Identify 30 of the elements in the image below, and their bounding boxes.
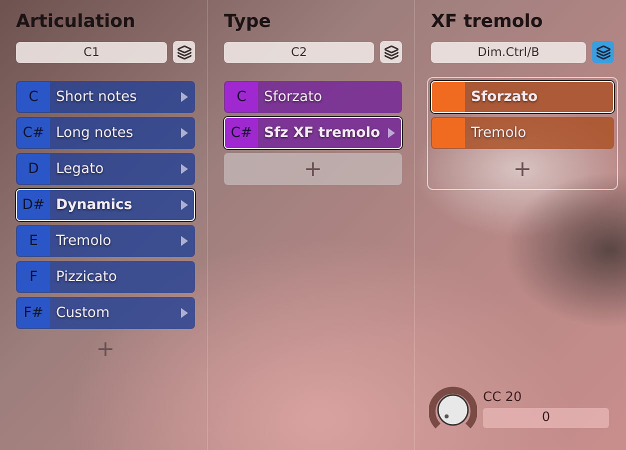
articulation-item[interactable]: C# Sfz XF tremolo: [224, 117, 402, 149]
layers-button[interactable]: [380, 41, 402, 63]
value-field[interactable]: 0: [483, 408, 609, 428]
layers-button[interactable]: [592, 41, 614, 63]
arrow-icon: [181, 128, 188, 138]
articulation-item[interactable]: F Pizzicato: [16, 261, 195, 293]
column-title: Type: [224, 10, 272, 34]
arrow-icon: [388, 128, 395, 138]
articulation-item[interactable]: E Tremolo: [16, 225, 195, 257]
articulation-item[interactable]: C# Long notes: [16, 117, 195, 149]
articulation-item[interactable]: D Legato: [16, 153, 195, 185]
articulation-item[interactable]: F# Custom: [16, 297, 195, 329]
selector-field[interactable]: Dim.Ctrl/B: [431, 42, 586, 62]
column-title: XF tremolo: [431, 10, 544, 34]
articulation-item[interactable]: C Short notes: [16, 81, 195, 113]
arrow-icon: [181, 236, 188, 246]
articulation-item[interactable]: C Sforzato: [224, 81, 402, 113]
column-title: Articulation: [16, 10, 136, 34]
add-button[interactable]: +: [431, 153, 614, 185]
controller-label: CC 20: [483, 390, 523, 405]
arrow-icon: [181, 308, 188, 318]
arrow-icon: [181, 92, 188, 102]
selector-field[interactable]: C1: [16, 42, 167, 62]
arrow-icon: [181, 200, 188, 210]
articulation-item[interactable]: D# Dynamics: [16, 189, 195, 221]
articulation-item[interactable]: Tremolo: [431, 117, 614, 149]
arrow-icon: [181, 164, 188, 174]
layers-button[interactable]: [173, 41, 195, 63]
selector-field[interactable]: C2: [224, 42, 374, 62]
articulation-item[interactable]: Sforzato: [431, 81, 614, 113]
